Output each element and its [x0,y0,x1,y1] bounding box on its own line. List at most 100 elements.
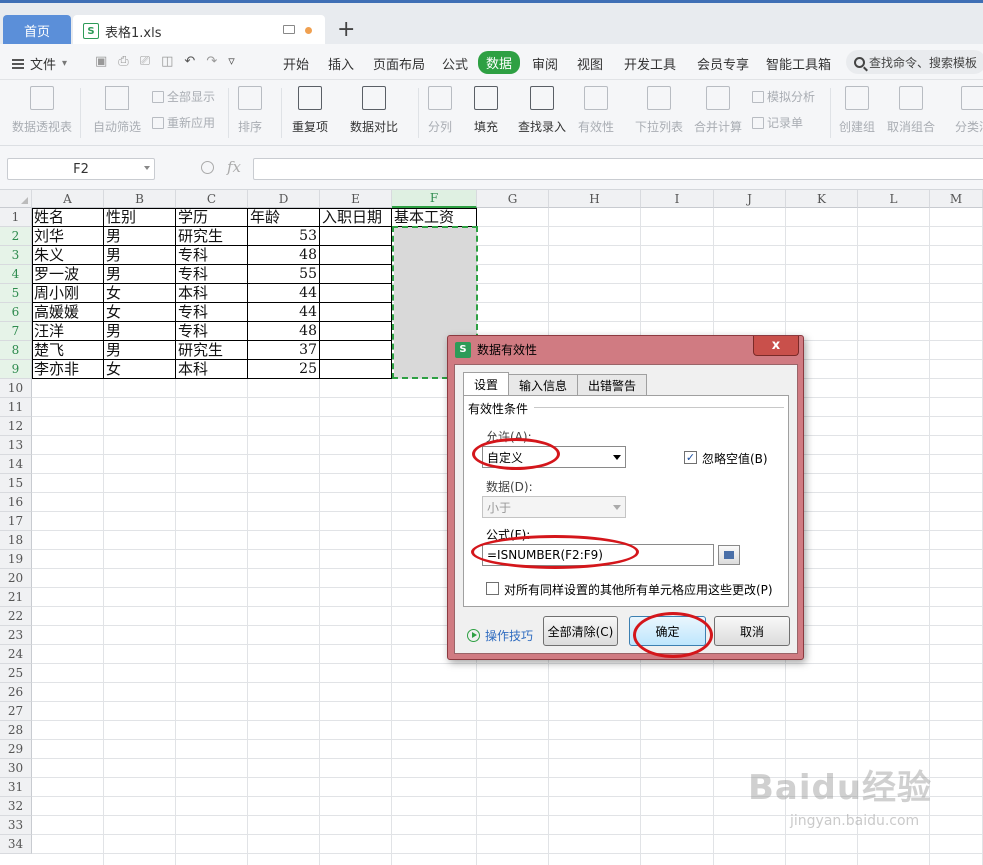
record-form-button[interactable]: 记录单 [752,114,803,131]
column-header[interactable]: B [104,190,176,208]
column-header[interactable]: C [176,190,248,208]
table-cell[interactable]: 本科 [176,360,208,379]
menu-formula[interactable]: 公式 [442,54,468,73]
column-header[interactable]: F [392,190,477,208]
table-cell[interactable]: 本科 [176,284,208,303]
table-cell[interactable]: 男 [104,246,121,265]
row-header[interactable]: 7 [0,322,32,341]
autofilter-button[interactable]: 自动筛选 [93,80,141,146]
table-cell[interactable]: 48 [248,246,320,265]
row-header[interactable]: 19 [0,550,32,569]
column-header[interactable]: D [248,190,320,208]
table-cell[interactable]: 25 [248,360,320,379]
row-header[interactable]: 9 [0,360,32,379]
print-icon[interactable]: ⎚ [140,54,150,69]
table-cell[interactable]: 37 [248,341,320,360]
table-cell[interactable]: 入职日期 [320,208,382,227]
column-header[interactable]: G [477,190,549,208]
row-header[interactable]: 28 [0,721,32,740]
tab-workbook[interactable]: S 表格1.xls [73,15,325,47]
subtotal-button[interactable]: 分类汇 [955,80,983,146]
row-header[interactable]: 20 [0,569,32,588]
row-header[interactable]: 2 [0,227,32,246]
table-cell[interactable]: 刘华 [32,227,64,246]
new-tab-button[interactable]: + [337,17,355,42]
row-header[interactable]: 8 [0,341,32,360]
table-cell[interactable]: 女 [104,360,121,379]
ungroup-button[interactable]: 取消组合 [887,80,935,146]
monitor-icon[interactable] [283,25,295,34]
name-box[interactable]: F2 [7,158,155,180]
table-cell[interactable]: 男 [104,227,121,246]
row-header[interactable]: 11 [0,398,32,417]
save-icon[interactable]: ▣ [95,54,107,69]
row-header[interactable]: 18 [0,531,32,550]
tab-settings[interactable]: 设置 [463,372,510,395]
table-cell[interactable]: 男 [104,341,121,360]
formula-input[interactable] [253,158,983,180]
row-header[interactable]: 1 [0,208,32,227]
row-header[interactable]: 16 [0,493,32,512]
dropdown-list-button[interactable]: 下拉列表 [635,80,683,146]
reapply-button[interactable]: 重新应用 [152,114,215,131]
menu-membership[interactable]: 会员专享 [697,54,749,73]
what-if-analysis-button[interactable]: 模拟分析 [752,88,815,105]
table-cell[interactable]: 朱义 [32,246,64,265]
redo-icon[interactable]: ↷ [206,54,217,69]
row-header[interactable]: 12 [0,417,32,436]
table-cell[interactable]: 53 [248,227,320,246]
menu-data[interactable]: 数据 [478,51,521,74]
zoom-icon[interactable] [201,161,214,174]
column-header[interactable]: M [930,190,983,208]
table-cell[interactable]: 年龄 [248,208,280,227]
tab-home[interactable]: 首页 [3,15,71,45]
row-header[interactable]: 10 [0,379,32,398]
row-header[interactable]: 15 [0,474,32,493]
table-cell[interactable]: 楚飞 [32,341,64,360]
table-cell[interactable]: 44 [248,284,320,303]
table-cell[interactable]: 学历 [176,208,208,227]
sort-button[interactable]: 排序 [238,80,262,146]
validity-button[interactable]: 有效性 [578,80,614,146]
table-cell[interactable]: 女 [104,284,121,303]
menu-view[interactable]: 视图 [577,54,603,73]
consolidate-button[interactable]: 合并计算 [694,80,742,146]
range-select-button[interactable] [718,545,740,565]
table-cell[interactable]: 48 [248,322,320,341]
data-compare-button[interactable]: 数据对比 [350,80,398,146]
table-cell[interactable]: 姓名 [32,208,64,227]
table-cell[interactable]: 基本工资 [392,208,454,227]
select-all-corner[interactable] [0,190,32,208]
row-header[interactable]: 3 [0,246,32,265]
table-cell[interactable]: 汪洋 [32,322,64,341]
row-header[interactable]: 30 [0,759,32,778]
tab-input-message[interactable]: 输入信息 [508,374,579,395]
apply-all-checkbox[interactable] [486,582,499,595]
table-cell[interactable]: 女 [104,303,121,322]
undo-icon[interactable]: ↶ [184,54,195,69]
column-header[interactable]: J [714,190,786,208]
row-header[interactable]: 22 [0,607,32,626]
table-cell[interactable]: 男 [104,265,121,284]
row-header[interactable]: 14 [0,455,32,474]
row-header[interactable]: 34 [0,835,32,854]
row-header[interactable]: 26 [0,683,32,702]
table-cell[interactable]: 专科 [176,303,208,322]
column-header[interactable]: K [786,190,858,208]
row-header[interactable]: 27 [0,702,32,721]
row-header[interactable]: 4 [0,265,32,284]
row-header[interactable]: 13 [0,436,32,455]
insert-function-icon[interactable]: fx [227,158,241,176]
column-header[interactable]: H [549,190,641,208]
table-cell[interactable]: 55 [248,265,320,284]
cancel-button[interactable]: 取消 [714,616,790,646]
row-header[interactable]: 5 [0,284,32,303]
table-cell[interactable]: 研究生 [176,341,223,360]
row-header[interactable]: 29 [0,740,32,759]
column-header[interactable]: E [320,190,392,208]
row-header[interactable]: 24 [0,645,32,664]
row-header[interactable]: 32 [0,797,32,816]
table-cell[interactable]: 罗一波 [32,265,79,284]
column-header[interactable]: I [641,190,714,208]
table-cell[interactable]: 专科 [176,246,208,265]
